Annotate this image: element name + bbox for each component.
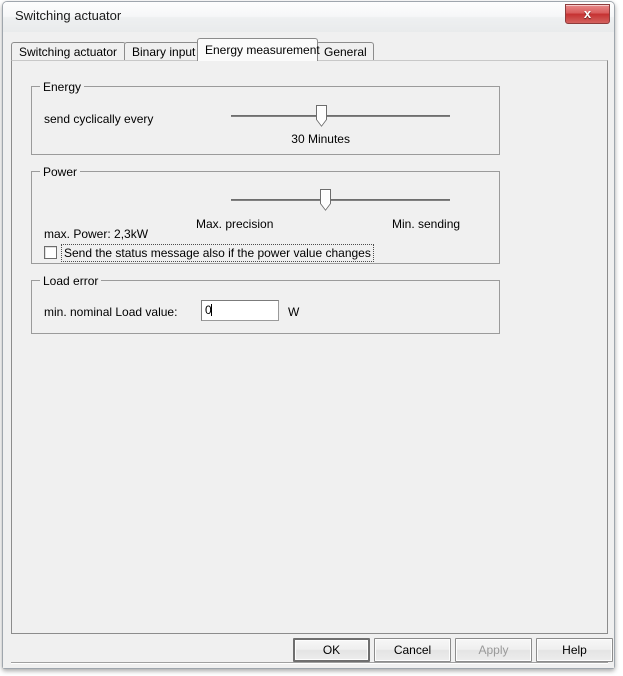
text-caret bbox=[210, 304, 212, 316]
group-power-legend: Power bbox=[40, 165, 81, 179]
close-icon: x bbox=[583, 6, 592, 21]
max-power-label: max. Power: 2,3kW bbox=[44, 227, 149, 241]
tab-label: Switching actuator bbox=[19, 45, 118, 59]
tab-binary-input[interactable]: Binary input bbox=[124, 42, 199, 61]
ok-button-label: OK bbox=[322, 643, 341, 657]
dialog-client-area: Switching actuator Binary input Energy m… bbox=[3, 32, 614, 668]
slider-thumb[interactable] bbox=[320, 189, 332, 211]
help-button-label: Help bbox=[562, 643, 587, 657]
tab-label: Binary input bbox=[132, 45, 196, 59]
slider-thumb[interactable] bbox=[315, 105, 327, 127]
slider-track[interactable] bbox=[231, 199, 450, 201]
tab-energy-measurement[interactable]: Energy measurement bbox=[197, 38, 320, 61]
power-status-message-label[interactable]: Send the status message also if the powe… bbox=[61, 244, 374, 262]
group-energy-legend: Energy bbox=[40, 80, 85, 94]
group-energy: Energy send cyclically every 30 Minutes bbox=[31, 80, 500, 155]
min-nominal-load-input[interactable]: 0 bbox=[201, 300, 279, 321]
power-slider-min-label: Max. precision bbox=[196, 217, 274, 231]
send-cyclically-label: send cyclically every bbox=[44, 112, 154, 126]
group-load-error: Load error min. nominal Load value: 0 W bbox=[31, 274, 500, 334]
energy-slider-value-label: 30 Minutes bbox=[291, 132, 350, 146]
load-unit-label: W bbox=[288, 305, 300, 319]
power-status-message-checkbox[interactable] bbox=[44, 246, 57, 259]
ok-button[interactable]: OK bbox=[293, 638, 370, 662]
apply-button: Apply bbox=[455, 638, 532, 662]
title-bar[interactable]: Switching actuator x bbox=[3, 2, 614, 32]
cancel-button[interactable]: Cancel bbox=[374, 638, 451, 662]
group-power: Power Max. precision Min. sending max. P… bbox=[31, 165, 500, 264]
apply-button-label: Apply bbox=[478, 643, 509, 657]
tab-panel-energy-measurement: Energy send cyclically every 30 Minutes … bbox=[11, 60, 608, 634]
power-precision-slider[interactable] bbox=[231, 188, 450, 212]
tab-general[interactable]: General bbox=[316, 42, 374, 61]
button-bar-separator bbox=[11, 662, 608, 664]
group-load-error-legend: Load error bbox=[40, 274, 102, 288]
tab-label: Energy measurement bbox=[205, 43, 320, 57]
help-button[interactable]: Help bbox=[536, 638, 613, 662]
window-title: Switching actuator bbox=[15, 8, 122, 23]
power-slider-max-label: Min. sending bbox=[392, 217, 461, 231]
slider-track[interactable] bbox=[231, 115, 450, 117]
tab-switching-actuator[interactable]: Switching actuator bbox=[11, 42, 126, 61]
tab-label: General bbox=[324, 45, 367, 59]
close-button[interactable]: x bbox=[565, 4, 610, 24]
cancel-button-label: Cancel bbox=[393, 643, 432, 657]
dialog-window: Switching actuator x Switching actuator … bbox=[2, 1, 615, 669]
energy-cycle-slider[interactable] bbox=[231, 104, 450, 128]
min-nominal-load-label: min. nominal Load value: bbox=[44, 305, 178, 319]
tab-strip: Switching actuator Binary input Energy m… bbox=[11, 38, 608, 61]
